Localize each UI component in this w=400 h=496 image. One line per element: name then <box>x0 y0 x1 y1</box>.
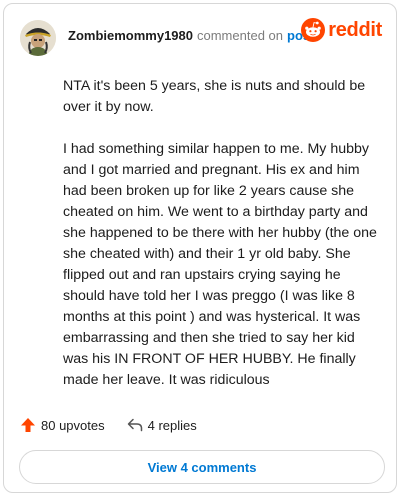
comment-meta: Zombiemommy1980 commented on post <box>68 28 314 43</box>
reddit-logo-icon <box>301 18 326 42</box>
comment-body: NTA it's been 5 years, she is nuts and s… <box>63 76 383 412</box>
comment-card: Zombiemommy1980 commented on post reddit… <box>3 3 397 493</box>
comment-paragraph: I had something similar happen to me. My… <box>63 141 377 388</box>
upvote-arrow-icon <box>21 418 35 432</box>
username[interactable]: Zombiemommy1980 <box>68 28 193 43</box>
view-comments-label: View 4 comments <box>147 459 257 475</box>
reddit-wordmark: reddit <box>328 18 382 41</box>
upvote-button[interactable]: 80 upvotes <box>20 417 105 433</box>
comment-header: Zombiemommy1980 commented on post reddit <box>20 18 382 56</box>
comment-actions: 80 upvotes 4 replies <box>20 417 197 433</box>
avatar[interactable] <box>20 20 56 56</box>
reddit-logo[interactable]: reddit <box>301 18 382 42</box>
reply-button[interactable]: 4 replies <box>127 418 197 433</box>
reply-count: 4 replies <box>147 417 197 433</box>
comment-paragraph: NTA it's been 5 years, she is nuts and s… <box>63 78 366 115</box>
reply-arrow-icon <box>127 418 142 432</box>
commented-on-label: commented on <box>197 27 283 43</box>
view-comments-button[interactable]: View 4 comments <box>19 450 385 484</box>
avatar-image <box>20 20 56 56</box>
upvote-count: 80 upvotes <box>41 417 105 433</box>
